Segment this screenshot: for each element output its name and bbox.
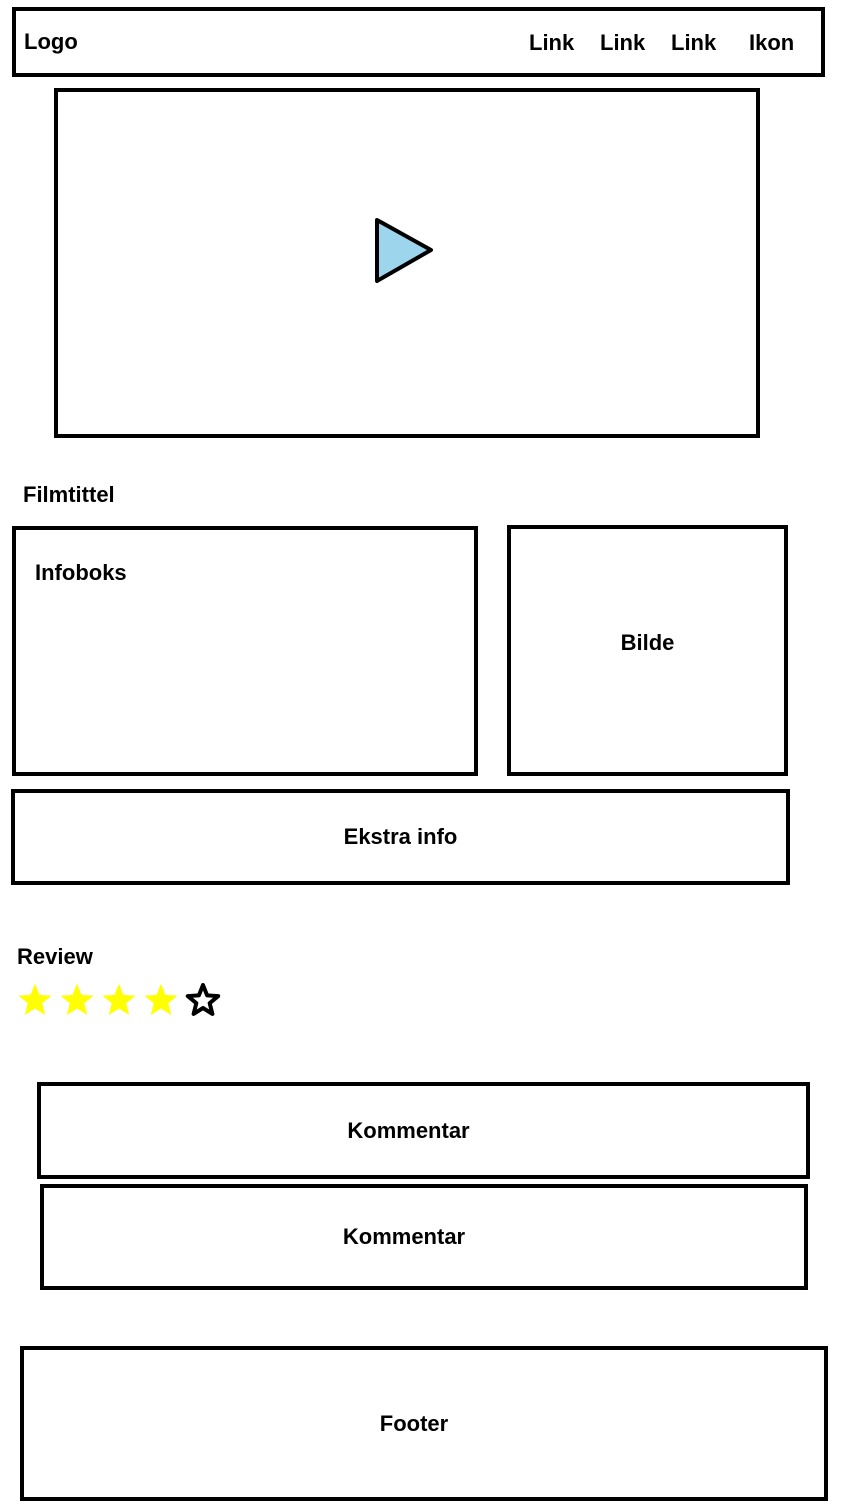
comment-box: Kommentar [37,1082,810,1179]
movie-image-label: Bilde [620,630,675,656]
movie-image: Bilde [507,525,788,776]
nav-link-2[interactable]: Link [600,32,645,54]
comment-box: Kommentar [40,1184,808,1290]
star-filled-icon[interactable] [17,982,53,1018]
play-icon[interactable] [370,214,440,288]
logo[interactable]: Logo [24,31,78,53]
header-icon[interactable]: Ikon [749,32,794,54]
review-heading: Review [17,944,93,969]
nav-link-3[interactable]: Link [671,32,716,54]
movie-title: Filmtittel [23,482,115,507]
comment-label: Kommentar [342,1224,466,1249]
extra-info-box: Ekstra info [11,789,790,885]
star-filled-icon[interactable] [59,982,95,1018]
footer-label: Footer [379,1410,449,1436]
star-filled-icon[interactable] [101,982,137,1018]
extra-info-label: Ekstra info [343,824,458,849]
comment-label: Kommentar [347,1117,470,1143]
nav-link-1[interactable]: Link [529,32,574,54]
star-empty-icon[interactable] [185,982,221,1018]
info-box-label: Infoboks [35,560,127,585]
site-footer: Footer [20,1346,828,1501]
star-filled-icon[interactable] [143,982,179,1018]
